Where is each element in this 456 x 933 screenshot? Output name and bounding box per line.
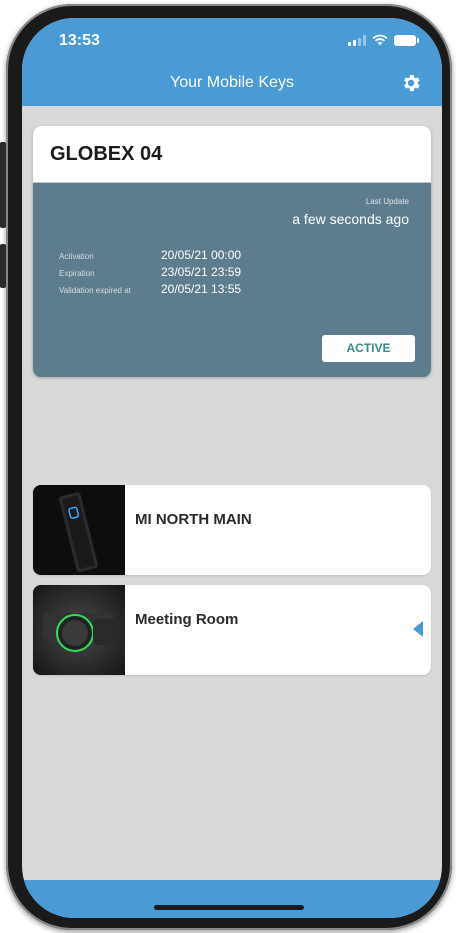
chevron-left-icon[interactable]: [413, 621, 423, 637]
volume-up-button: [0, 142, 6, 228]
volume-down-button: [0, 244, 6, 288]
wall-reader-image: [33, 485, 125, 575]
status-time: 13:53: [59, 32, 100, 49]
wifi-icon: [372, 34, 388, 46]
battery-icon: [394, 34, 419, 46]
detail-value: 20/05/21 00:00: [161, 248, 242, 262]
key-title: GLOBEX 04: [50, 142, 163, 165]
detail-row-activation: Activation 20/05/21 00:00: [59, 248, 241, 265]
signal-icon: [348, 34, 366, 46]
detail-label: Activation: [59, 252, 94, 261]
lock-name: Meeting Room: [135, 611, 239, 628]
lock-name: MI NORTH MAIN: [135, 511, 252, 528]
detail-label: Validation expired at: [59, 286, 131, 295]
home-indicator[interactable]: [154, 905, 304, 910]
bottom-bar: [22, 880, 442, 918]
mobile-key-card[interactable]: GLOBEX 04 Last Update a few seconds ago …: [33, 126, 431, 377]
detail-row-validation: Validation expired at 20/05/21 13:55: [59, 282, 241, 299]
detail-row-expiration: Expiration 23/05/21 23:59: [59, 265, 241, 282]
last-update-value: a few seconds ago: [292, 211, 409, 227]
gear-icon[interactable]: [400, 72, 422, 94]
detail-label: Expiration: [59, 269, 95, 278]
top-bar: 13:53 Your Mobile Keys: [22, 18, 442, 106]
key-card-header: GLOBEX 04: [33, 126, 431, 183]
status-badge: ACTIVE: [322, 335, 415, 362]
status-icons: [348, 34, 419, 46]
detail-value: 23/05/21 23:59: [161, 265, 242, 279]
app-screen: 13:53 Your Mobile Keys GLOBEX 04 Last Up…: [22, 18, 442, 918]
detail-value: 20/05/21 13:55: [161, 282, 242, 296]
lock-item-mi-north-main[interactable]: MI NORTH MAIN: [33, 485, 431, 575]
page-title: Your Mobile Keys: [170, 74, 294, 91]
key-details: Activation 20/05/21 00:00 Expiration 23/…: [59, 248, 241, 299]
lock-item-meeting-room[interactable]: Meeting Room: [33, 585, 431, 675]
door-cylinder-image: [33, 585, 125, 675]
last-update-label: Last Update: [365, 197, 409, 206]
